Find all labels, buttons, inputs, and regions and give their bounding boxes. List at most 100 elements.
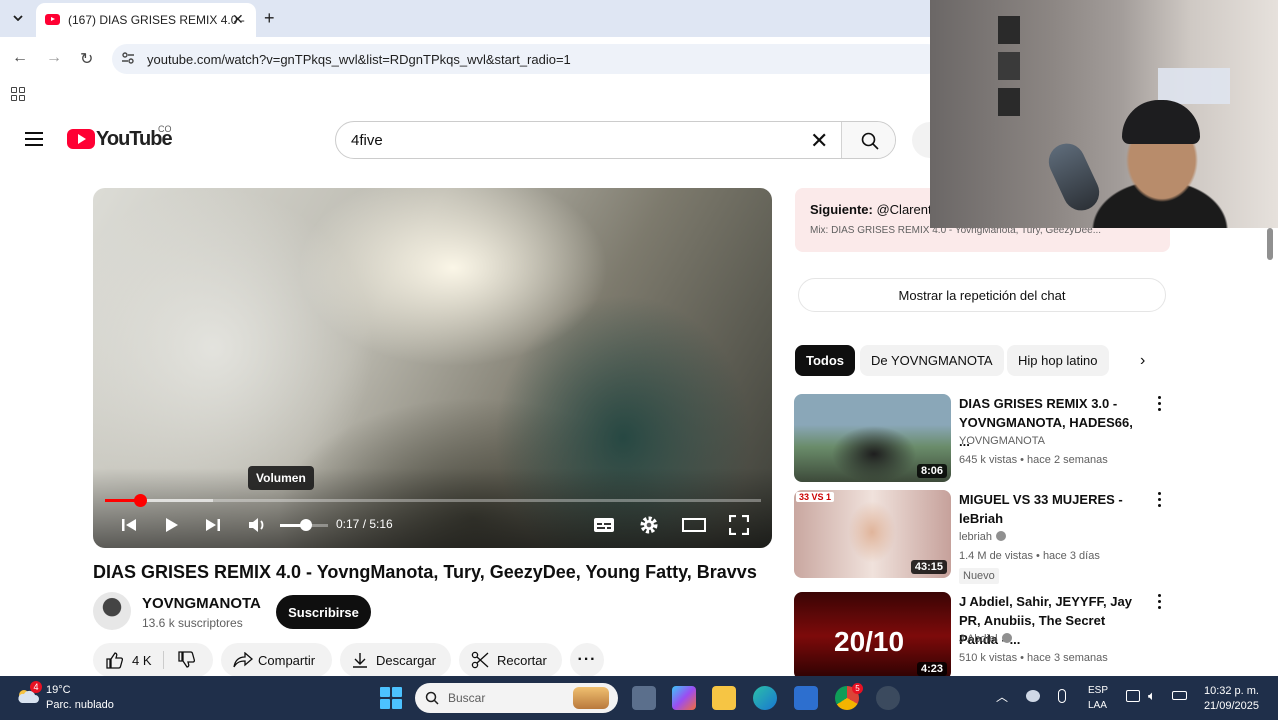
search-highlight-icon — [573, 687, 609, 709]
thumbnail-text: 20/10 — [834, 626, 905, 657]
clip-button[interactable]: Recortar — [459, 643, 562, 677]
like-count: 4 K — [132, 652, 152, 668]
input-language[interactable]: ESP — [1088, 685, 1108, 696]
play-icon — [166, 518, 178, 532]
progress-bar[interactable] — [105, 494, 761, 507]
subtitles-button[interactable] — [593, 514, 615, 536]
recommendation-item[interactable]: 8:06 DIAS GRISES REMIX 3.0 - YOVNGMANOTA… — [794, 394, 1170, 484]
tab-close-icon[interactable]: ✕ — [232, 11, 244, 28]
wifi-icon[interactable] — [1126, 690, 1140, 702]
verified-icon — [996, 531, 1007, 541]
more-actions-button[interactable]: ··· — [570, 643, 604, 677]
search-input[interactable]: 4five — [351, 132, 383, 149]
apps-grid-icon[interactable] — [11, 87, 25, 101]
back-arrow-icon[interactable]: ← — [12, 49, 28, 67]
video-thumbnail[interactable]: 8:06 — [794, 394, 951, 482]
next-button[interactable] — [203, 514, 223, 536]
file-explorer-icon[interactable] — [712, 686, 736, 710]
scissors-icon — [471, 651, 489, 669]
dislike-button[interactable] — [177, 651, 196, 672]
download-label: Descargar — [376, 652, 436, 668]
scrollbar-thumb[interactable] — [1267, 228, 1273, 260]
speaker-icon[interactable]: 🔈︎ — [1148, 688, 1156, 704]
wall-posters — [998, 16, 1020, 116]
theater-mode-button[interactable] — [682, 514, 706, 536]
recommendation-channel-row[interactable]: J Abdiel — [959, 633, 1012, 645]
browser-tab[interactable]: (167) DIAS GRISES REMIX 4.0 - ✕ — [36, 3, 256, 37]
app-icon[interactable] — [876, 686, 900, 710]
download-icon — [353, 653, 367, 668]
mute-button[interactable] — [247, 514, 269, 536]
share-button[interactable]: Compartir — [221, 643, 332, 677]
skip-next-icon — [206, 519, 220, 531]
copilot-icon[interactable] — [672, 686, 696, 710]
download-button[interactable]: Descargar — [340, 643, 451, 677]
chip-todos[interactable]: Todos — [795, 345, 856, 376]
store-icon[interactable] — [794, 686, 818, 710]
person-cap — [1122, 100, 1200, 144]
keyboard-layout[interactable]: LAA — [1088, 700, 1107, 711]
subscribe-button[interactable]: Suscribirse — [276, 595, 371, 629]
video-thumbnail[interactable]: 33 VS 1 43:15 — [794, 490, 951, 578]
channel-name[interactable]: YOVNGMANOTA — [142, 595, 261, 612]
country-code: CO — [158, 124, 172, 134]
clock-time: 10:32 p. m. — [1203, 685, 1259, 697]
recommendation-title[interactable]: MIGUEL VS 33 MUJERES - leBriah — [959, 490, 1144, 528]
edge-icon[interactable] — [753, 686, 777, 710]
like-button[interactable]: 4 K — [105, 651, 152, 669]
more-vertical-icon[interactable] — [1158, 492, 1162, 510]
duration-badge: 4:23 — [916, 662, 947, 676]
recommendation-item[interactable]: 33 VS 1 43:15 MIGUEL VS 33 MUJERES - leB… — [794, 490, 1170, 584]
settings-button[interactable] — [638, 514, 660, 536]
search-icon — [861, 132, 879, 150]
chip-de-yovngmanota[interactable]: De YOVNGMANOTA — [860, 345, 1004, 376]
tab-search-dropdown[interactable] — [8, 8, 28, 28]
taskbar-search[interactable]: Buscar — [415, 683, 618, 713]
windows-taskbar: 4 19°C Parc. nublado Buscar 5 ︿ ESP LAA … — [0, 676, 1278, 720]
windows-start-icon[interactable] — [380, 687, 402, 709]
network-tray-icon[interactable] — [1026, 690, 1040, 702]
search-box[interactable]: 4five ✕ — [335, 121, 896, 159]
clear-search-icon[interactable]: ✕ — [810, 128, 828, 154]
volume-slider[interactable] — [280, 519, 328, 531]
search-icon — [425, 691, 439, 705]
microphone-tray-icon[interactable] — [1058, 689, 1066, 703]
page-scrollbar[interactable] — [1266, 228, 1274, 668]
next-up-label: Siguiente: — [810, 202, 873, 217]
microphone-image — [1042, 137, 1106, 217]
recommendation-channel[interactable]: YOVNGMANOTA — [959, 435, 1045, 447]
search-button[interactable] — [841, 122, 895, 158]
task-view-icon[interactable] — [632, 686, 656, 710]
fullscreen-button[interactable] — [728, 514, 750, 536]
tray-chevron-up-icon[interactable]: ︿ — [996, 688, 1008, 705]
site-settings-icon[interactable] — [121, 51, 135, 65]
theater-icon — [682, 518, 706, 532]
recommendation-channel-row[interactable]: lebriah — [959, 531, 1007, 543]
recommendation-item[interactable]: 20/10 4:23 J Abdiel, Sahir, JEYYFF, Jay … — [794, 592, 1170, 680]
channel-avatar[interactable] — [93, 592, 131, 630]
taskbar-clock[interactable]: 10:32 p. m. 21/09/2025 — [1197, 684, 1259, 714]
show-chat-replay-button[interactable]: Mostrar la repetición del chat — [798, 278, 1166, 312]
previous-button[interactable] — [119, 514, 139, 536]
chevron-right-icon[interactable]: › — [1140, 352, 1145, 370]
battery-icon[interactable] — [1172, 691, 1187, 700]
video-thumbnail[interactable]: 20/10 4:23 — [794, 592, 951, 680]
chip-hip-hop-latino[interactable]: Hip hop latino — [1007, 345, 1109, 376]
more-vertical-icon[interactable] — [1158, 594, 1162, 612]
video-player[interactable]: Volumen 0:17 / 5:16 — [93, 188, 772, 548]
new-badge: Nuevo — [959, 568, 999, 584]
duration-badge: 8:06 — [916, 464, 947, 478]
more-vertical-icon[interactable] — [1158, 396, 1162, 414]
address-bar[interactable]: youtube.com/watch?v=gnTPkqs_wvl&list=RDg… — [112, 44, 942, 74]
recommendation-meta: 645 k vistas • hace 2 semanas — [959, 454, 1108, 466]
reload-icon[interactable]: ↻ — [80, 49, 93, 69]
forward-arrow-icon[interactable]: → — [46, 49, 62, 67]
wall-flag — [1158, 68, 1230, 104]
play-button[interactable] — [161, 514, 181, 536]
thumbnail-tag: 33 VS 1 — [796, 492, 835, 502]
menu-icon[interactable] — [25, 132, 43, 146]
temperature: 19°C — [46, 684, 71, 696]
clock-date: 21/09/2025 — [1203, 700, 1259, 712]
new-tab-icon[interactable]: + — [264, 8, 275, 29]
skip-previous-icon — [122, 519, 136, 531]
